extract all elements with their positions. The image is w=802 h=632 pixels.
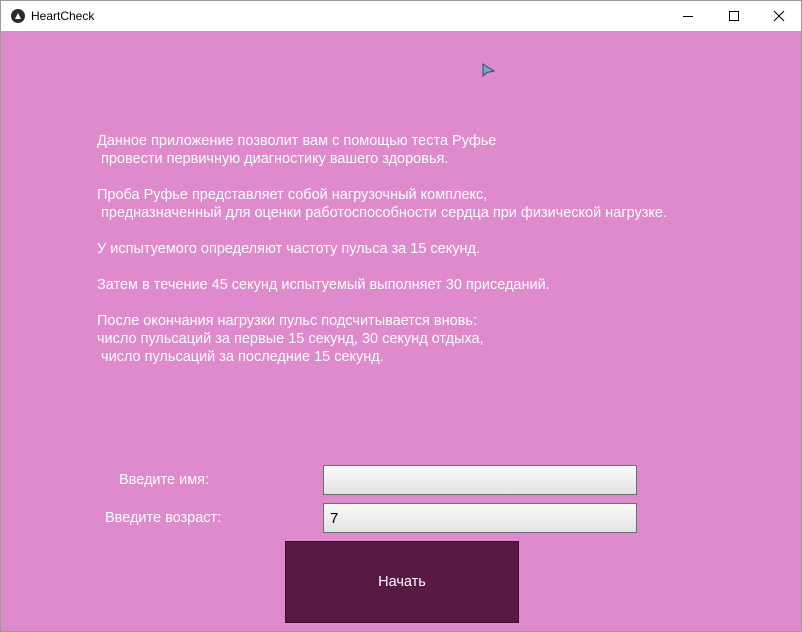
- mouse-cursor-icon: [482, 63, 496, 78]
- minimize-icon: [683, 16, 693, 17]
- close-icon: [773, 10, 785, 22]
- app-window: HeartCheck Данное приложение позволит ва…: [0, 0, 802, 632]
- start-button[interactable]: Начать: [285, 541, 519, 623]
- age-input[interactable]: [323, 503, 637, 533]
- description-text: Данное приложение позволит вам с помощью…: [97, 133, 668, 365]
- minimize-button[interactable]: [665, 1, 711, 31]
- kivy-icon: [11, 9, 25, 23]
- main-content: Данное приложение позволит вам с помощью…: [1, 31, 801, 631]
- window-title: HeartCheck: [31, 9, 95, 23]
- maximize-button[interactable]: [711, 1, 757, 31]
- name-input[interactable]: [323, 465, 637, 495]
- age-label: Введите возраст:: [105, 510, 222, 526]
- close-button[interactable]: [756, 1, 802, 31]
- name-label: Введите имя:: [119, 472, 210, 488]
- maximize-icon: [729, 11, 739, 21]
- title-bar[interactable]: HeartCheck: [1, 1, 801, 31]
